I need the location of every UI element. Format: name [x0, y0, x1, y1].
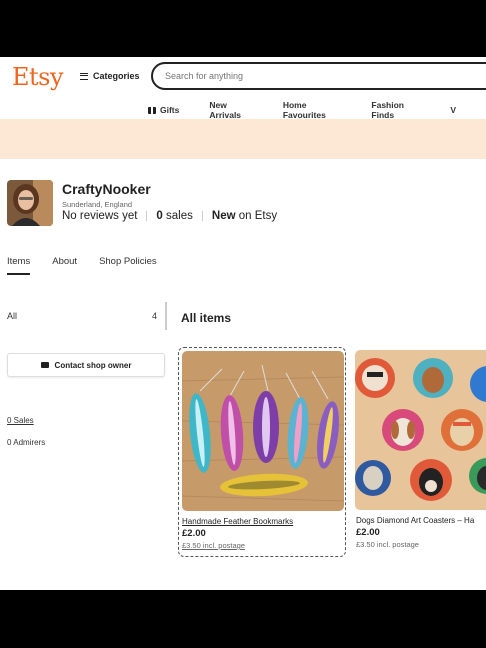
nav-gifts[interactable]: Gifts: [148, 100, 179, 120]
tab-shop-policies[interactable]: Shop Policies: [99, 256, 157, 275]
etsy-shop-page: Etsy Categories Gifts New Arrivals Home …: [0, 57, 486, 590]
listing-price: £2.00: [182, 528, 206, 539]
listing-title[interactable]: Handmade Feather Bookmarks: [182, 517, 293, 526]
shop-stats: No reviews yet 0 sales New on Etsy: [62, 210, 277, 222]
shop-banner: [0, 119, 486, 159]
section-all-label: All: [7, 311, 18, 321]
listing-price: £2.00: [356, 527, 380, 538]
tab-about[interactable]: About: [52, 256, 77, 275]
reviews-text[interactable]: No reviews yet: [62, 210, 137, 222]
listing-card[interactable]: Handmade Feather Bookmarks £2.00 £3.50 i…: [178, 347, 346, 557]
shop-info: CraftyNooker Sunderland, England No revi…: [7, 180, 467, 230]
tab-items[interactable]: Items: [7, 256, 31, 275]
nav-home-favourites[interactable]: Home Favourites: [283, 100, 342, 120]
on-etsy-label: on Etsy: [238, 210, 278, 222]
sales-count: 0: [156, 210, 163, 222]
listing-image[interactable]: [355, 350, 486, 510]
nav-new-arrivals[interactable]: New Arrivals: [209, 100, 252, 120]
listing-card[interactable]: Dogs Diamond Art Coasters – Ha £2.00 £3.…: [353, 347, 486, 557]
contact-label: Contact shop owner: [54, 360, 132, 370]
listing-title[interactable]: Dogs Diamond Art Coasters – Ha: [356, 516, 474, 525]
etsy-logo[interactable]: Etsy: [12, 63, 64, 91]
gift-icon: [148, 106, 156, 114]
stats-divider: [146, 211, 148, 221]
section-all[interactable]: All 4: [7, 311, 157, 321]
shop-location: Sunderland, England: [62, 200, 133, 209]
categories-button[interactable]: Categories: [80, 71, 140, 81]
nav-fashion-finds[interactable]: Fashion Finds: [371, 100, 420, 120]
shop-name: CraftyNooker: [62, 181, 151, 197]
site-header: Etsy Categories Gifts New Arrivals Home …: [0, 57, 486, 120]
nav-more[interactable]: V: [450, 100, 456, 120]
listing-postage: £3.50 incl. postage: [182, 541, 245, 550]
listing-postage: £3.50 incl. postage: [356, 540, 419, 549]
sidebar-divider: [165, 302, 167, 330]
listing-image[interactable]: [182, 351, 344, 511]
stats-divider: [201, 211, 203, 221]
new-badge: New: [211, 210, 236, 222]
search-input[interactable]: [151, 62, 486, 90]
hamburger-icon: [80, 72, 88, 80]
admirers-count: 0 Admirers: [7, 438, 46, 447]
sales-link[interactable]: 0 Sales: [7, 416, 34, 425]
message-icon: [40, 362, 49, 368]
categories-label: Categories: [93, 71, 140, 81]
section-all-count: 4: [151, 311, 157, 321]
contact-shop-owner-button[interactable]: Contact shop owner: [7, 353, 165, 377]
sales-label: sales: [166, 210, 193, 222]
category-nav: Gifts New Arrivals Home Favourites Fashi…: [148, 100, 486, 120]
shop-tabs: Items About Shop Policies: [7, 256, 179, 275]
shop-avatar[interactable]: [7, 180, 53, 226]
all-items-heading: All items: [181, 311, 232, 325]
